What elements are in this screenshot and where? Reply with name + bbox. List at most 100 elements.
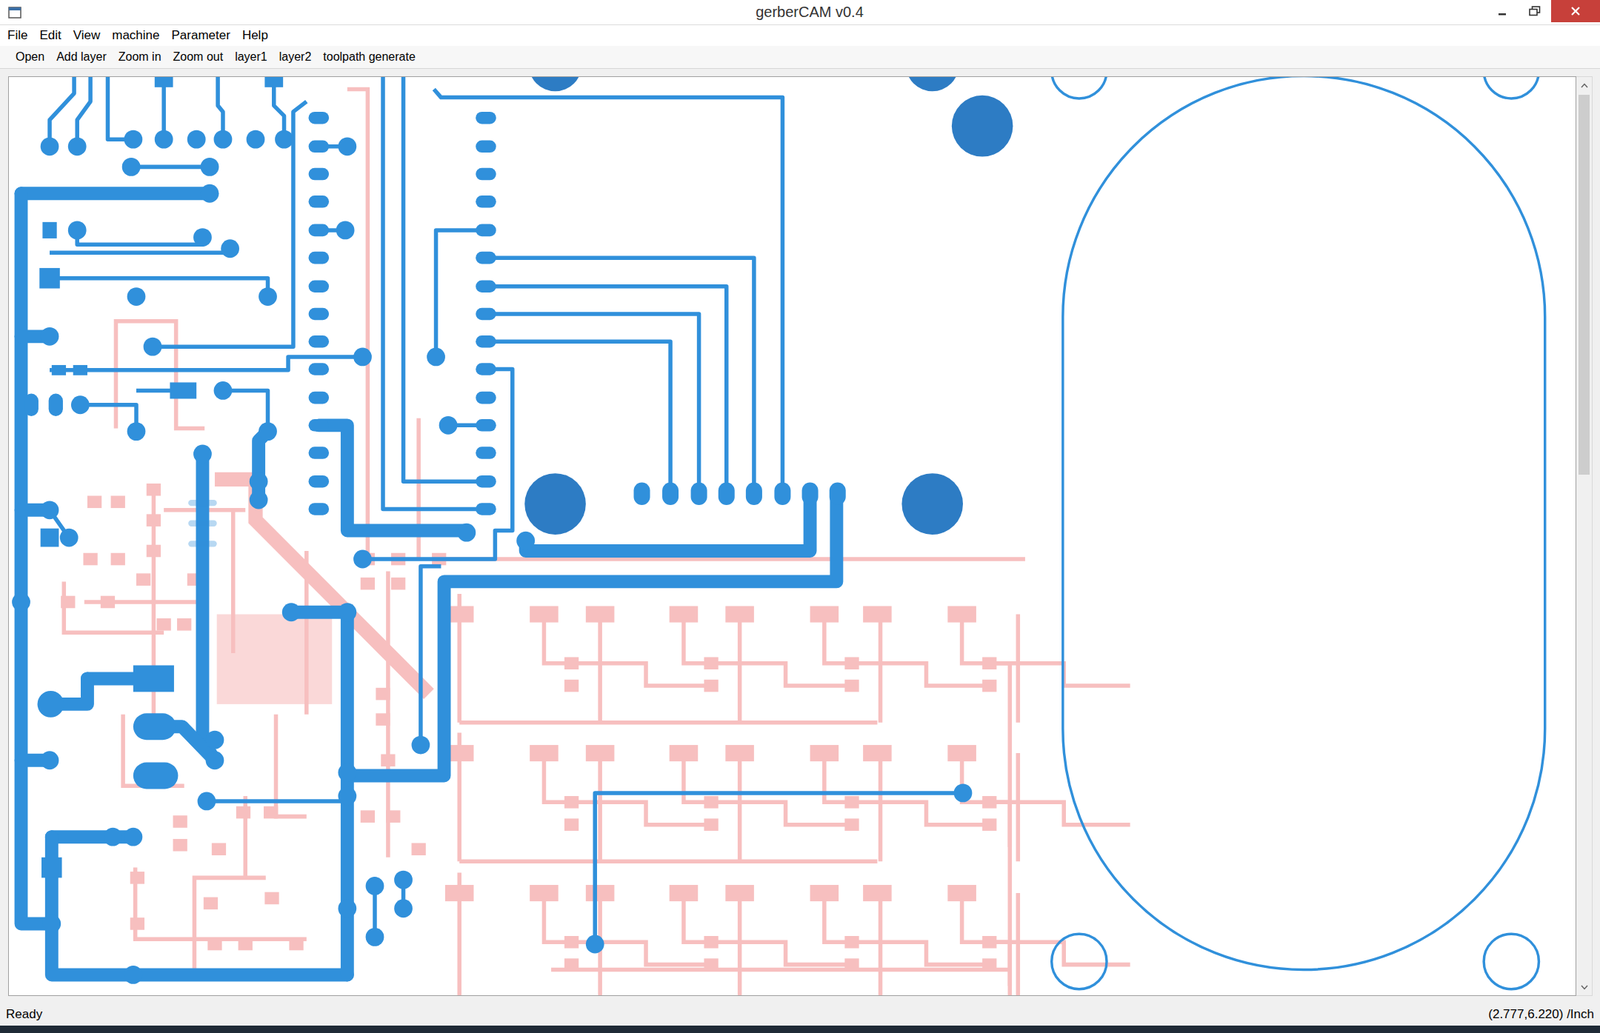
scroll-thumb[interactable] [1578, 94, 1590, 475]
mounting-hole [524, 473, 586, 535]
layer2-pad [703, 680, 718, 693]
layer1-pad [426, 348, 446, 367]
layer1-square-pad [169, 382, 197, 399]
layer2-trace [194, 877, 266, 970]
layer2-pad [173, 839, 188, 852]
layer1-pad [516, 531, 535, 551]
layer2-pad [391, 577, 406, 591]
layer2-pad [60, 596, 75, 609]
layer1-trace [80, 405, 137, 432]
layer1-pad [365, 877, 385, 896]
menu-item[interactable]: Edit [33, 26, 67, 45]
layer1-pad [197, 792, 217, 812]
layer1-pad [200, 157, 220, 177]
layer1-square-pad [264, 77, 283, 88]
layer1-pad-row [308, 502, 497, 516]
scroll-track[interactable] [1576, 93, 1592, 980]
layer2-trace [737, 893, 743, 996]
layer2-group [683, 614, 852, 723]
layer1-square-pad [51, 365, 66, 376]
arrow-up-icon [1580, 82, 1589, 89]
toolbar-button[interactable]: Zoom out [168, 48, 229, 66]
layer2-pad [111, 553, 126, 566]
layer1-pad-row [308, 335, 497, 349]
menu-item[interactable]: View [67, 26, 107, 45]
layer1-pad [60, 528, 79, 548]
layer1-trace [206, 799, 348, 804]
layer2-pad [111, 496, 126, 509]
menu-item[interactable]: Help [236, 26, 275, 45]
toolbar-button[interactable]: toolpath generate [317, 48, 421, 66]
layer1-oval-pad [308, 391, 330, 405]
layer2-pad [360, 577, 375, 591]
status-message: Ready [5, 1007, 43, 1023]
layer2-trace [457, 594, 462, 723]
toolbar-button[interactable]: Add layer [51, 48, 112, 66]
scroll-down-button[interactable] [1576, 979, 1592, 996]
layer2-trace [878, 753, 883, 862]
status-bar: Ready(2.777,6.220) /Inch [0, 1003, 1600, 1026]
layer1-pad-row [308, 251, 497, 265]
app-icon [8, 6, 22, 19]
layer2-pad [375, 688, 390, 701]
layer1-trace [49, 248, 231, 254]
layer2-group [962, 614, 1131, 723]
menu-item[interactable]: File [1, 26, 34, 45]
title-bar: gerberCAM v0.4 [0, 0, 1600, 26]
layer2-trace [1016, 614, 1021, 723]
layer1-trace [77, 77, 91, 147]
layer2-trace [543, 753, 712, 826]
layer2-trace [683, 753, 852, 826]
toolbar-button[interactable]: layer2 [274, 48, 318, 66]
layer2-pad [564, 818, 579, 832]
minimize-button[interactable] [1485, 0, 1519, 23]
layer2-group [543, 614, 712, 723]
layer1-connector-pad [662, 482, 679, 506]
layer1-square-pad [40, 528, 60, 548]
layer1-connector-pad [802, 482, 819, 506]
layer2-block [445, 733, 1131, 987]
layer1-trace [485, 257, 755, 495]
layer1-pad [249, 491, 269, 510]
scroll-up-button[interactable] [1576, 77, 1592, 94]
toolbar-button[interactable]: Zoom in [113, 48, 167, 66]
layer1-trace [107, 77, 133, 140]
toolbar-button[interactable]: Open [10, 48, 50, 66]
layer1-oval-pad [37, 691, 65, 718]
layer2-trace [824, 753, 993, 826]
layer2-pad [844, 657, 859, 670]
layer2-pad [207, 938, 222, 952]
maximize-button[interactable] [1518, 0, 1552, 23]
pcb-canvas[interactable] [8, 77, 1576, 996]
menu-item[interactable]: machine [105, 26, 166, 45]
layer2-pad [211, 842, 226, 856]
layer1-trace [77, 230, 203, 245]
toolbar-button[interactable]: layer1 [229, 48, 273, 66]
minimize-icon [1497, 5, 1508, 17]
layer1-pad-row [308, 280, 497, 293]
menu-item[interactable]: Parameter [165, 26, 237, 45]
layer1-oval-pad [308, 224, 330, 238]
layer1-pad [188, 540, 218, 547]
layer2-pad [146, 514, 161, 527]
layer1-oval-pad [48, 394, 63, 417]
layer2-pad [844, 936, 859, 949]
app-window: gerberCAM v0.4FileEditViewmachineParamet… [0, 0, 1600, 1033]
layer1-oval-pad [475, 224, 497, 238]
layer1-oval-pad [475, 140, 497, 154]
layer1-pad [40, 327, 60, 346]
layer1-pad [258, 287, 278, 306]
layer2-pad [236, 806, 251, 820]
layer1-connector-pad [745, 482, 763, 506]
layer2-trace [457, 733, 462, 863]
layer1-pad-row [308, 308, 497, 321]
layer1-pad-row [308, 224, 497, 238]
layer2-pad [703, 818, 718, 832]
layer1-oval-pad [308, 362, 330, 376]
layer2-pad [862, 745, 892, 762]
layer2-pad [264, 892, 279, 906]
close-button[interactable] [1551, 0, 1600, 23]
layer1-oval-pad [24, 394, 39, 417]
layer1-pad [439, 416, 458, 435]
vertical-scrollbar[interactable] [1576, 76, 1593, 997]
